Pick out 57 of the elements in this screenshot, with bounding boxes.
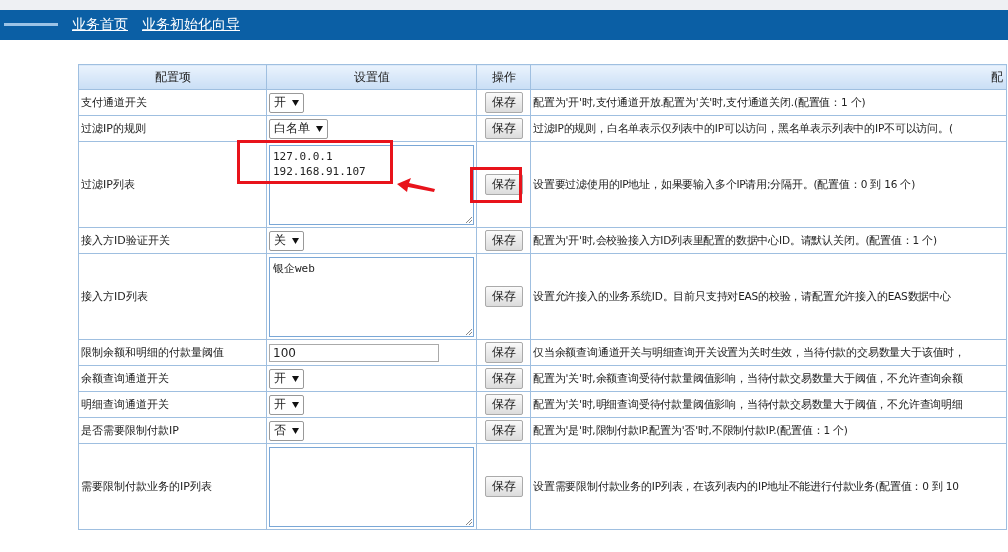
select-field[interactable]: 关 xyxy=(269,230,304,251)
setting-description: 配置为'关'时,明细查询受待付款量阈值影响，当待付款交易数量大于阈值，不允许查询明细 xyxy=(533,398,963,410)
save-button[interactable]: 保存 xyxy=(484,420,523,441)
resize-grip-icon xyxy=(465,517,472,525)
select-field[interactable]: 开 xyxy=(269,92,304,113)
column-header: 配置项 xyxy=(78,64,267,90)
column-header: 设置值 xyxy=(266,64,477,90)
save-button[interactable]: 保存 xyxy=(484,342,523,363)
select-field[interactable]: 开 xyxy=(269,368,304,389)
setting-name: 明细查询通道开关 xyxy=(81,398,169,411)
save-button[interactable]: 保存 xyxy=(484,174,523,195)
setting-name: 接入方ID列表 xyxy=(81,290,148,303)
input-field[interactable]: 100 xyxy=(269,343,439,362)
save-button[interactable]: 保存 xyxy=(484,394,523,415)
save-button[interactable]: 保存 xyxy=(484,92,523,113)
save-button[interactable]: 保存 xyxy=(484,286,523,307)
text-area[interactable] xyxy=(269,446,474,527)
column-header: 配 xyxy=(530,64,1007,90)
save-button[interactable]: 保存 xyxy=(484,368,523,389)
nav-link[interactable]: 业务首页 xyxy=(72,16,128,34)
setting-description: 过滤IP的规则，白名单表示仅列表中的IP可以访问，黑名单表示列表中的IP不可以访问。( xyxy=(533,122,953,134)
save-button[interactable]: 保存 xyxy=(484,476,523,497)
setting-description: 设置需要限制付款业务的IP列表，在该列表内的IP地址不能进行付款业务(配置值：0 到 10 xyxy=(533,480,959,492)
caret-icon xyxy=(292,99,299,106)
save-button[interactable]: 保存 xyxy=(484,230,523,251)
select-field[interactable]: 白名单 xyxy=(269,118,328,139)
setting-name: 过滤IP列表 xyxy=(81,178,135,191)
setting-description: 设置允许接入的业务系统ID。目前只支持对EAS的校验，请配置允许接入的EAS数据中心 xyxy=(533,290,951,302)
setting-description: 配置为'关'时,余额查询受待付款量阈值影响，当待付款交易数量大于阈值，不允许查询余额 xyxy=(533,372,963,384)
setting-description: 设置要过滤使用的IP地址，如果要输入多个IP请用;分隔开。(配置值：0 到 16 个) xyxy=(533,178,916,190)
setting-description: 配置为'开'时,会校验接入方ID列表里配置的数据中心ID。请默认关闭。(配置值：1 个) xyxy=(533,234,937,246)
setting-name: 余额查询通道开关 xyxy=(81,372,169,385)
text-area[interactable]: 127.0.0.1 192.168.91.107 xyxy=(269,144,474,225)
caret-icon xyxy=(292,237,299,244)
column-header: 操作 xyxy=(476,64,531,90)
setting-name: 是否需要限制付款IP xyxy=(81,424,179,437)
caret-icon xyxy=(292,427,299,434)
nav-link[interactable]: 业务初始化向导 xyxy=(142,16,240,34)
logo-drawing xyxy=(4,22,58,28)
select-field[interactable]: 否 xyxy=(269,420,304,441)
setting-name: 过滤IP的规则 xyxy=(81,122,146,135)
setting-name: 需要限制付款业务的IP列表 xyxy=(81,480,212,493)
save-button[interactable]: 保存 xyxy=(484,118,523,139)
caret-icon xyxy=(316,125,323,132)
caret-icon xyxy=(292,401,299,408)
setting-description: 配置为'开'时,支付通道开放.配置为'关'时,支付通道关闭.(配置值：1 个) xyxy=(533,96,866,108)
setting-name: 限制余额和明细的付款量阈值 xyxy=(81,346,224,359)
resize-grip-icon xyxy=(465,215,472,223)
setting-description: 配置为'是'时,限制付款IP.配置为'否'时,不限制付款IP.(配置值：1 个) xyxy=(533,424,848,436)
setting-name: 接入方ID验证开关 xyxy=(81,234,170,247)
text-area[interactable]: 银企web xyxy=(269,256,474,337)
caret-icon xyxy=(292,375,299,382)
select-field[interactable]: 开 xyxy=(269,394,304,415)
resize-grip-icon xyxy=(465,327,472,335)
setting-name: 支付通道开关 xyxy=(81,96,147,109)
highlight-frame xyxy=(470,167,522,203)
setting-description: 仅当余额查询通道开关与明细查询开关设置为关时生效，当待付款的交易数量大于该值时， xyxy=(533,346,965,358)
